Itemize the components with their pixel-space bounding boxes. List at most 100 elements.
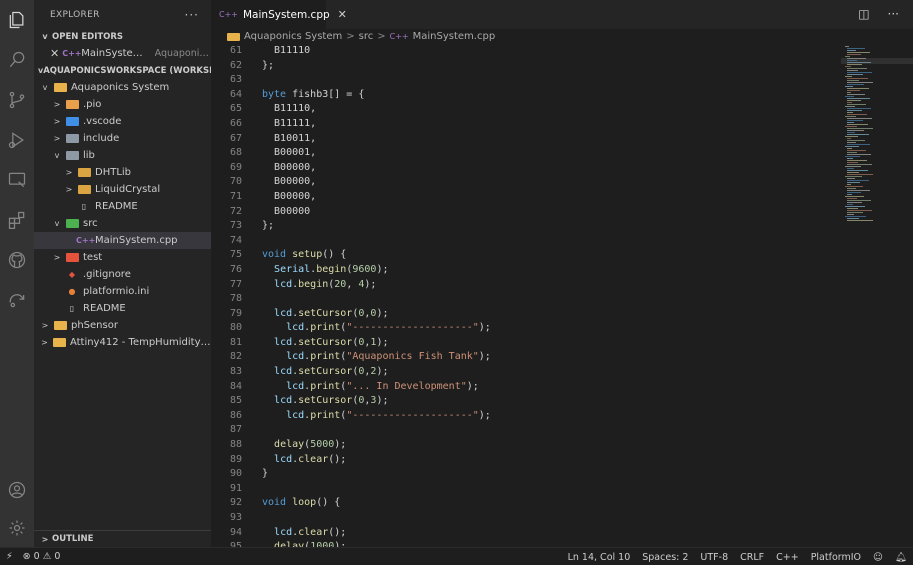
folder-icon <box>66 134 79 143</box>
code-line[interactable]: 74 <box>211 234 841 249</box>
language-mode[interactable]: C++ <box>776 552 799 563</box>
tree-item[interactable]: > Attiny412 - TempHumiditySe... <box>34 334 211 351</box>
code-line[interactable]: 72 B00000 <box>211 205 841 220</box>
code-line[interactable]: 70 B00000, <box>211 175 841 190</box>
tree-item[interactable]: > .pio <box>34 96 211 113</box>
code-editor[interactable]: 61 B11110 62}; 63 64 byte fishb3[] = {65 B11… <box>211 44 841 547</box>
code-line[interactable]: 68 B00001, <box>211 146 841 161</box>
minimap-line <box>847 148 852 149</box>
code-line[interactable]: 71 B00000, <box>211 190 841 205</box>
code-line[interactable]: 62}; <box>211 59 841 74</box>
github-icon[interactable] <box>0 240 34 280</box>
tab-mainsystem-cpp[interactable]: C++ MainSystem.cpp ✕ <box>211 0 347 29</box>
tab-close-icon[interactable]: ✕ <box>338 8 347 21</box>
platformio-icon[interactable] <box>0 280 34 320</box>
tree-item[interactable]: ▯ README <box>34 198 211 215</box>
code-line[interactable]: 80 lcd.print("--------------------"); <box>211 321 841 336</box>
tree-item[interactable]: > DHTLib <box>34 164 211 181</box>
minimap-viewport[interactable] <box>841 58 913 64</box>
tree-item[interactable]: ● platformio.ini <box>34 283 211 300</box>
platformio-status[interactable]: PlatformIO <box>811 552 861 563</box>
split-editor-icon[interactable]: ◫ <box>858 7 869 21</box>
breadcrumb-item[interactable]: MainSystem.cpp <box>413 31 496 42</box>
code-line[interactable]: 64 byte fishb3[] = { <box>211 88 841 103</box>
workspace-header[interactable]: v AQUAPONICSWORKSPACE (WORKSPA... <box>34 62 211 79</box>
code-line[interactable]: 83 lcd.setCursor(0,2); <box>211 365 841 380</box>
notifications-bell-icon[interactable]: 🔔︎ <box>895 552 907 563</box>
minimap-line <box>847 98 870 99</box>
line-number: 66 <box>229 117 242 129</box>
code-line[interactable]: 76 Serial.begin(9600); <box>211 263 841 278</box>
code-line[interactable]: 61 B11110 <box>211 44 841 59</box>
code-line[interactable]: 77 lcd.begin(20, 4); <box>211 278 841 293</box>
code-line[interactable]: 67 B10011, <box>211 132 841 147</box>
source-control-icon[interactable] <box>0 80 34 120</box>
code-line[interactable]: 88 delay(5000); <box>211 438 841 453</box>
tree-item[interactable]: C++ MainSystem.cpp <box>34 232 211 249</box>
tree-item[interactable]: > phSensor <box>34 317 211 334</box>
tree-item[interactable]: > LiquidCrystal <box>34 181 211 198</box>
open-editor-item[interactable]: ✕ C++ MainSystem.cpp Aquaponics ... <box>34 45 211 62</box>
explorer-icon[interactable] <box>0 0 34 40</box>
cursor-position[interactable]: Ln 14, Col 10 <box>568 552 631 563</box>
code-line[interactable]: 91 <box>211 482 841 497</box>
breadcrumb-item[interactable]: src <box>359 31 374 42</box>
run-debug-icon[interactable] <box>0 120 34 160</box>
outline-header[interactable]: > OUTLINE <box>34 530 211 547</box>
tree-item[interactable]: v src <box>34 215 211 232</box>
line-ending[interactable]: CRLF <box>740 552 764 563</box>
settings-gear-icon[interactable] <box>0 508 34 548</box>
account-icon[interactable] <box>0 470 34 510</box>
close-icon[interactable]: ✕ <box>50 47 59 60</box>
code-line[interactable]: 90} <box>211 467 841 482</box>
code-line[interactable]: 95 delay(1000); <box>211 540 841 547</box>
tree-item[interactable]: > .vscode <box>34 113 211 130</box>
tree-item[interactable]: > include <box>34 130 211 147</box>
tree-item[interactable]: v Aquaponics System <box>34 79 211 96</box>
code-line[interactable]: 86 lcd.print("--------------------"); <box>211 409 841 424</box>
minimap-line <box>847 50 856 51</box>
remote-indicator-icon[interactable]: ⚡ <box>6 551 13 562</box>
code-line[interactable]: 65 B11110, <box>211 102 841 117</box>
tree-item[interactable]: ◆ .gitignore <box>34 266 211 283</box>
code-line[interactable]: 79 lcd.setCursor(0,0); <box>211 307 841 322</box>
open-editor-description: Aquaponics ... <box>154 48 211 59</box>
minimap-line <box>845 216 866 217</box>
tree-item[interactable]: ▯ README <box>34 300 211 317</box>
code-line[interactable]: 81 lcd.setCursor(0,1); <box>211 336 841 351</box>
extensions-icon[interactable] <box>0 200 34 240</box>
remote-explorer-icon[interactable] <box>0 160 34 200</box>
code-line[interactable]: 87 <box>211 423 841 438</box>
editor-tab-bar: C++ MainSystem.cpp ✕ ◫ ··· <box>211 0 913 29</box>
open-editors-header[interactable]: v OPEN EDITORS <box>34 28 211 45</box>
breadcrumb-item[interactable]: Aquaponics System <box>244 31 342 42</box>
minimap-line <box>845 46 849 47</box>
code-line[interactable]: 89 lcd.clear(); <box>211 453 841 468</box>
code-line[interactable]: 84 lcd.print("... In Development"); <box>211 380 841 395</box>
tree-item[interactable]: v lib <box>34 147 211 164</box>
chevron-down-icon: v <box>54 151 60 160</box>
minimap[interactable] <box>841 44 913 547</box>
indentation[interactable]: Spaces: 2 <box>642 552 688 563</box>
code-line[interactable]: 92 void loop() { <box>211 496 841 511</box>
code-line[interactable]: 85 lcd.setCursor(0,3); <box>211 394 841 409</box>
problems-indicator[interactable]: ⊗ 0 ⚠ 0 <box>23 551 61 562</box>
tree-item[interactable]: > test <box>34 249 211 266</box>
more-actions-icon[interactable]: ··· <box>185 8 199 22</box>
code-line[interactable]: 73}; <box>211 219 841 234</box>
code-line[interactable]: 75 void setup() { <box>211 248 841 263</box>
more-actions-icon[interactable]: ··· <box>888 7 899 21</box>
code-line[interactable]: 69 B00000, <box>211 161 841 176</box>
code-line[interactable]: 93 <box>211 511 841 526</box>
code-text: delay(1000); <box>274 541 347 547</box>
code-line[interactable]: 94 lcd.clear(); <box>211 526 841 541</box>
code-line[interactable]: 78 <box>211 292 841 307</box>
encoding[interactable]: UTF-8 <box>700 552 728 563</box>
tree-item-label: README <box>83 303 126 314</box>
code-line[interactable]: 63 <box>211 73 841 88</box>
code-line[interactable]: 82 lcd.print("Aquaponics Fish Tank"); <box>211 350 841 365</box>
code-line[interactable]: 66 B11111, <box>211 117 841 132</box>
feedback-icon[interactable]: ☺ <box>873 552 883 563</box>
search-icon[interactable] <box>0 40 34 80</box>
minimap-line <box>845 206 865 207</box>
